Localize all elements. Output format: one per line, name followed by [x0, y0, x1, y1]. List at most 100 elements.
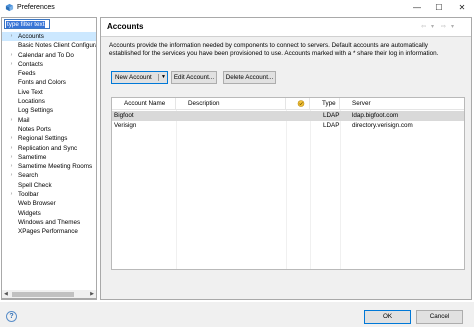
- expand-chevron-icon[interactable]: ›: [8, 171, 15, 180]
- tree-item[interactable]: › Replication and Sync: [2, 144, 96, 153]
- tree-item[interactable]: › Calendar and To Do: [2, 51, 96, 60]
- tree-item[interactable]: Notes Ports: [2, 125, 96, 134]
- expand-chevron-icon[interactable]: ›: [8, 134, 15, 143]
- table-row[interactable]: Bigfoot LDAP ldap.bigfoot.com: [112, 111, 464, 121]
- tree-item-label: Windows and Themes: [18, 218, 81, 226]
- filter-text: type filter text: [6, 21, 46, 28]
- server-cell: directory.verisign.com: [352, 122, 413, 129]
- type-cell: LDAP: [323, 112, 340, 119]
- server-cell: ldap.bigfoot.com: [352, 112, 399, 119]
- scrollbar-thumb[interactable]: [12, 292, 74, 297]
- expand-chevron-icon[interactable]: ›: [8, 60, 15, 69]
- tree-item-label: Log Settings: [18, 107, 54, 115]
- description-line: established for the services you have be…: [109, 50, 439, 57]
- tree-item-label: Contacts: [18, 60, 43, 68]
- tree-item-label: Accounts: [18, 33, 44, 40]
- column-header-type[interactable]: Type: [310, 98, 340, 110]
- accounts-page: Accounts ⇦ ▾ ⇨ ▾ Accounts provide the in…: [100, 17, 472, 300]
- maximize-button[interactable]: ☐: [428, 0, 450, 15]
- tree-item-label: Sametime Meeting Rooms: [18, 163, 93, 171]
- expand-chevron-icon[interactable]: ›: [8, 162, 15, 171]
- tree-item[interactable]: › Accounts: [2, 32, 96, 42]
- table-row[interactable]: Verisign LDAP directory.verisign.com: [112, 121, 464, 131]
- description-line: Accounts provide the information needed …: [109, 42, 428, 49]
- minimize-button[interactable]: —: [406, 0, 428, 15]
- tree-item[interactable]: › Contacts: [2, 60, 96, 69]
- type-cell: LDAP: [323, 122, 340, 129]
- expand-chevron-icon[interactable]: ›: [8, 51, 15, 60]
- tree-item[interactable]: Web Browser: [2, 199, 96, 208]
- tree-item-label: Locations: [18, 98, 45, 106]
- tree-item[interactable]: › Regional Settings: [2, 134, 96, 143]
- back-menu-chevron-icon[interactable]: ▾: [431, 23, 434, 30]
- expand-chevron-icon[interactable]: ›: [8, 190, 15, 199]
- window-title: Preferences: [17, 4, 55, 11]
- chevron-down-icon[interactable]: ▼: [161, 72, 166, 83]
- column-divider: [340, 110, 341, 269]
- tree-item[interactable]: Feeds: [2, 69, 96, 78]
- delete-account-button[interactable]: Delete Account...: [223, 71, 276, 84]
- dialog-footer: ? OK Cancel: [0, 302, 474, 327]
- scroll-right-icon[interactable]: ▶: [90, 290, 94, 299]
- close-icon: ✕: [458, 3, 466, 12]
- column-header-account-name[interactable]: Account Name: [112, 98, 176, 110]
- back-arrow-icon[interactable]: ⇦: [421, 23, 426, 30]
- tree-item[interactable]: Spell Check: [2, 181, 96, 190]
- tree-item-label: Feeds: [18, 70, 36, 78]
- title-bar: Preferences — ☐ ✕: [0, 0, 474, 15]
- expand-chevron-icon[interactable]: ›: [8, 144, 15, 153]
- tree-item[interactable]: › Sametime Meeting Rooms: [2, 162, 96, 171]
- tree-item-label: Basic Notes Client Configura: [18, 42, 97, 50]
- tree-item[interactable]: Locations: [2, 97, 96, 106]
- tree-item-label: Toolbar: [18, 191, 39, 199]
- tree-item-label: Mail: [18, 116, 30, 124]
- ok-button[interactable]: OK: [364, 310, 411, 324]
- column-divider: [310, 110, 311, 269]
- column-divider: [176, 110, 177, 269]
- filter-input[interactable]: type filter text: [4, 19, 50, 29]
- tree-item[interactable]: › Mail: [2, 116, 96, 125]
- column-header-server[interactable]: Server: [340, 98, 464, 110]
- tree-item[interactable]: Live Text: [2, 88, 96, 97]
- forward-arrow-icon[interactable]: ⇨: [441, 23, 446, 30]
- tree-item-label: Live Text: [18, 88, 43, 96]
- split-divider: [158, 74, 159, 81]
- tree-item[interactable]: Windows and Themes: [2, 218, 96, 227]
- tree-item[interactable]: Log Settings: [2, 106, 96, 115]
- tree-item[interactable]: › Toolbar: [2, 190, 96, 199]
- forward-menu-chevron-icon[interactable]: ▾: [451, 23, 454, 30]
- account-name-cell: Bigfoot: [114, 112, 134, 119]
- help-icon[interactable]: ?: [6, 311, 17, 322]
- column-divider: [286, 110, 287, 269]
- tree-horizontal-scrollbar[interactable]: ◀ ▶: [1, 290, 97, 299]
- new-account-button[interactable]: New Account ▼: [111, 71, 168, 84]
- tree-item[interactable]: Widgets: [2, 209, 96, 218]
- expand-chevron-icon[interactable]: ›: [8, 32, 15, 41]
- maximize-icon: ☐: [435, 3, 443, 12]
- close-button[interactable]: ✕: [451, 0, 473, 15]
- app-icon: [5, 3, 14, 12]
- new-account-label: New Account: [115, 74, 152, 81]
- edit-account-button[interactable]: Edit Account...: [171, 71, 217, 84]
- minimize-icon: —: [413, 3, 421, 12]
- tree-item-label: XPages Performance: [18, 228, 78, 236]
- accounts-table: Account Name Description Type Server Big…: [111, 97, 465, 270]
- column-header-description[interactable]: Description: [176, 98, 286, 110]
- page-description: Accounts provide the information needed …: [109, 42, 465, 58]
- expand-chevron-icon[interactable]: ›: [8, 153, 15, 162]
- scroll-left-icon[interactable]: ◀: [4, 290, 8, 299]
- tree-item-label: Calendar and To Do: [18, 51, 74, 59]
- shared-login-icon: [297, 100, 305, 107]
- tree-item[interactable]: › Sametime: [2, 153, 96, 162]
- page-header: Accounts ⇦ ▾ ⇨ ▾: [101, 18, 471, 37]
- tree-item-label: Web Browser: [18, 200, 56, 208]
- tree-item[interactable]: › Search: [2, 171, 96, 180]
- expand-chevron-icon[interactable]: ›: [8, 116, 15, 125]
- tree-item-label: Regional Settings: [18, 135, 68, 143]
- tree-item[interactable]: Fonts and Colors: [2, 78, 96, 87]
- tree-item[interactable]: Basic Notes Client Configura: [2, 41, 97, 50]
- tree-item[interactable]: XPages Performance: [2, 227, 96, 236]
- cancel-button[interactable]: Cancel: [416, 310, 463, 324]
- table-header: Account Name Description Type Server: [112, 98, 464, 110]
- tree-item-label: Replication and Sync: [18, 144, 78, 152]
